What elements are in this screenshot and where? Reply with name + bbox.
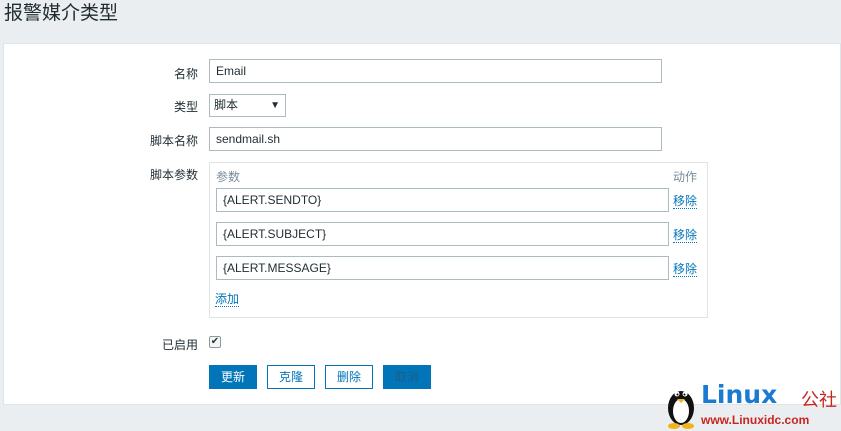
param-input-message[interactable]: {ALERT.MESSAGE} bbox=[216, 256, 669, 280]
script-params-label: 脚本参数 bbox=[149, 168, 198, 182]
script-params-table: 参数 动作 {ALERT.SENDTO} 移除 {ALERT.SUBJECT} … bbox=[209, 162, 708, 318]
checkmark-icon: ✔ bbox=[210, 336, 220, 347]
params-column-header: 参数 bbox=[216, 170, 241, 184]
enabled-label: 已启用 bbox=[161, 338, 198, 352]
cancel-button[interactable]: 取消 bbox=[383, 365, 431, 389]
script-name-input[interactable] bbox=[209, 127, 662, 151]
name-label: 名称 bbox=[173, 67, 198, 81]
add-param-link[interactable]: 添加 bbox=[215, 292, 240, 307]
enabled-checkbox[interactable]: ✔ bbox=[209, 336, 221, 348]
watermark-url: www.Linuxidc.com bbox=[701, 413, 810, 427]
name-input[interactable] bbox=[209, 59, 662, 83]
linuxidc-watermark: Linux 公社 www.Linuxidc.com bbox=[665, 380, 841, 431]
script-name-label: 脚本名称 bbox=[149, 134, 198, 148]
delete-button[interactable]: 删除 bbox=[325, 365, 373, 389]
type-label: 类型 bbox=[173, 100, 198, 114]
type-select[interactable]: 脚本 ▼ bbox=[209, 94, 286, 117]
action-column-header: 动作 bbox=[673, 170, 698, 184]
page-title: 报警媒介类型 bbox=[0, 0, 841, 34]
param-input-subject[interactable]: {ALERT.SUBJECT} bbox=[216, 222, 669, 246]
chevron-down-icon: ▼ bbox=[270, 100, 280, 111]
remove-param-link[interactable]: 移除 bbox=[673, 228, 698, 243]
watermark-brand-suffix: 公社 bbox=[801, 390, 837, 410]
remove-param-link[interactable]: 移除 bbox=[673, 194, 698, 209]
remove-param-link[interactable]: 移除 bbox=[673, 262, 698, 277]
type-select-value: 脚本 bbox=[214, 98, 239, 112]
watermark-brand: Linux bbox=[701, 380, 778, 409]
param-input-sendto[interactable]: {ALERT.SENDTO} bbox=[216, 188, 669, 212]
update-button[interactable]: 更新 bbox=[209, 365, 257, 389]
tux-penguin-icon bbox=[668, 391, 694, 429]
clone-button[interactable]: 克隆 bbox=[267, 365, 315, 389]
